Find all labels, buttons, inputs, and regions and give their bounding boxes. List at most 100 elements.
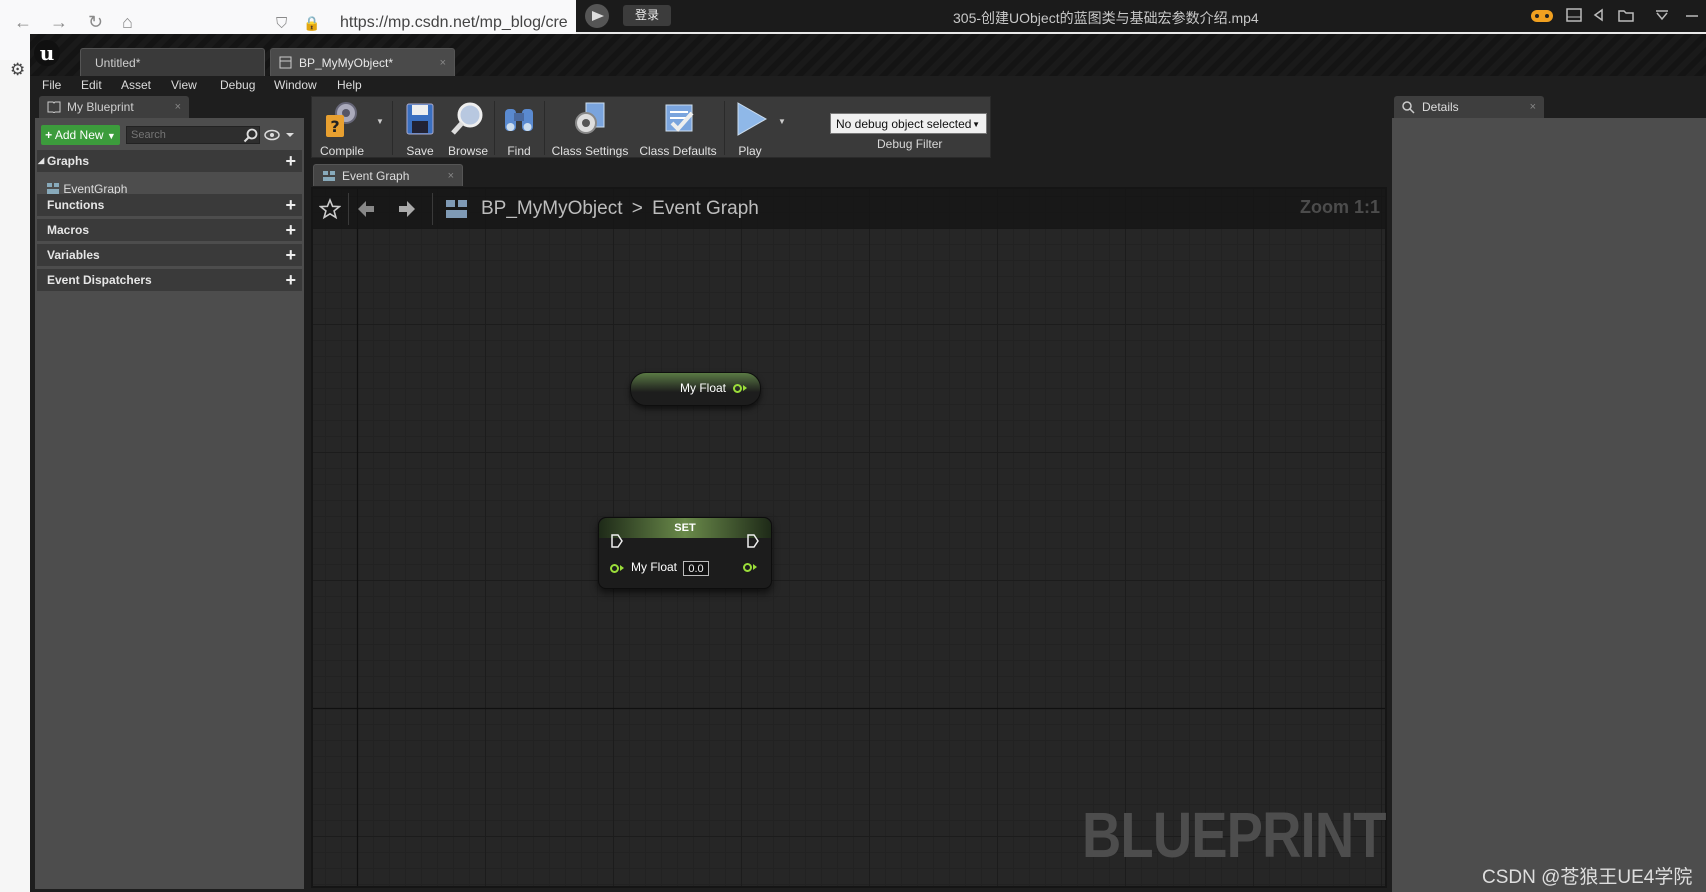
- lock-icon[interactable]: 🔒: [303, 15, 320, 32]
- back-icon[interactable]: ←: [14, 12, 32, 33]
- close-icon[interactable]: ×: [448, 165, 454, 187]
- menu-view[interactable]: View: [171, 78, 197, 92]
- menu-help[interactable]: Help: [337, 78, 362, 92]
- graph-icon: [323, 171, 335, 181]
- breadcrumb-blueprint[interactable]: BP_MyMyObject: [481, 198, 622, 219]
- section-functions[interactable]: Functions +: [37, 194, 302, 216]
- header-divider: [348, 193, 349, 225]
- chevron-down-icon: ▼: [106, 131, 116, 141]
- toolbar-separator: [544, 101, 545, 155]
- tab-event-graph[interactable]: Event Graph ×: [313, 164, 463, 186]
- collapse-icon[interactable]: [1654, 7, 1670, 23]
- play-button[interactable]: Play: [728, 99, 772, 158]
- add-new-button[interactable]: + Add New ▼: [41, 125, 120, 145]
- class-settings-label: Class Settings: [551, 144, 629, 158]
- book-icon: [47, 101, 61, 113]
- visibility-icon[interactable]: [264, 129, 298, 141]
- plus-icon: +: [45, 128, 53, 142]
- pin-label: My Float: [631, 560, 678, 574]
- settings-icon[interactable]: ⚙: [10, 60, 25, 80]
- section-label: Macros: [47, 223, 90, 237]
- class-defaults-button[interactable]: Class Defaults: [635, 99, 721, 158]
- tab-untitled[interactable]: Untitled*: [80, 48, 265, 76]
- close-icon[interactable]: ×: [1530, 96, 1536, 118]
- breadcrumb-separator: >: [631, 198, 643, 219]
- section-macros[interactable]: Macros +: [37, 219, 302, 241]
- search-icon[interactable]: [243, 128, 258, 143]
- blueprint-watermark: BLUEPRINT: [1082, 799, 1386, 871]
- add-graph-icon[interactable]: +: [285, 150, 296, 172]
- pin-arrow-icon: [743, 385, 747, 391]
- compile-options-chevron-icon[interactable]: ▼: [376, 117, 384, 126]
- play-options-chevron-icon[interactable]: ▼: [778, 117, 786, 126]
- menu-bar: File Edit Asset View Debug Window Help: [30, 76, 1706, 96]
- menu-asset[interactable]: Asset: [121, 78, 151, 92]
- toolbar-separator: [494, 101, 495, 155]
- debug-selected-value: No debug object selected: [836, 117, 972, 131]
- find-button[interactable]: Find: [498, 99, 540, 158]
- tab-label: Untitled*: [95, 56, 141, 70]
- section-variables[interactable]: Variables +: [37, 244, 302, 266]
- save-icon: [406, 103, 434, 135]
- section-label: Functions: [47, 198, 105, 212]
- search-input[interactable]: [126, 126, 260, 144]
- add-macro-icon[interactable]: +: [285, 219, 296, 241]
- minimize-icon[interactable]: [1684, 7, 1700, 23]
- compile-button[interactable]: ? Compile: [316, 99, 368, 158]
- float-output-pin[interactable]: [733, 384, 742, 393]
- close-icon[interactable]: ×: [175, 96, 181, 118]
- section-event-dispatchers[interactable]: Event Dispatchers +: [37, 269, 302, 291]
- compile-icon: ?: [326, 102, 357, 137]
- menu-edit[interactable]: Edit: [81, 78, 102, 92]
- menu-window[interactable]: Window: [274, 78, 317, 92]
- folder-icon[interactable]: [1618, 7, 1634, 23]
- details-panel: [1392, 118, 1706, 892]
- float-output-pin[interactable]: [743, 563, 752, 572]
- node-label: My Float: [680, 381, 727, 395]
- header-divider: [432, 193, 433, 225]
- variable-set-node[interactable]: SET My Float 0.0: [598, 517, 772, 589]
- add-function-icon[interactable]: +: [285, 194, 296, 216]
- tab-details[interactable]: Details ×: [1394, 96, 1544, 118]
- add-dispatcher-icon[interactable]: +: [285, 269, 296, 291]
- save-button[interactable]: Save: [398, 99, 442, 158]
- toolbar-separator: [724, 101, 725, 155]
- video-title: 305-创建UObject的蓝图类与基础宏参数介绍.mp4: [953, 10, 1259, 26]
- forward-icon[interactable]: →: [50, 12, 68, 33]
- star-icon[interactable]: [319, 198, 341, 220]
- login-button[interactable]: 登录: [623, 5, 671, 26]
- class-settings-icon: [575, 102, 605, 134]
- debug-filter-label: Debug Filter: [877, 137, 943, 151]
- add-new-label: Add New: [54, 128, 104, 142]
- address-bar[interactable]: https://mp.csdn.net/mp_blog/cre: [340, 14, 568, 32]
- browse-button[interactable]: Browse: [445, 99, 491, 158]
- forward-arrow-icon[interactable]: [397, 199, 417, 219]
- expand-arrow-icon: ◢: [38, 156, 45, 165]
- window-icon[interactable]: [1566, 7, 1582, 23]
- reload-icon[interactable]: ↻: [88, 12, 103, 33]
- debug-object-select[interactable]: No debug object selected ▼: [830, 113, 987, 134]
- home-icon[interactable]: ⌂: [122, 12, 133, 33]
- variable-get-node[interactable]: My Float: [630, 372, 761, 406]
- float-input-pin[interactable]: [610, 564, 619, 573]
- menu-debug[interactable]: Debug: [220, 78, 255, 92]
- player-logo-icon: [585, 4, 609, 28]
- add-variable-icon[interactable]: +: [285, 244, 296, 266]
- breadcrumb-graph: Event Graph: [652, 198, 759, 219]
- close-icon[interactable]: ×: [440, 49, 446, 77]
- tab-my-blueprint[interactable]: My Blueprint ×: [39, 96, 189, 118]
- zoom-level: Zoom 1:1: [1300, 197, 1381, 217]
- gamepad-icon[interactable]: [1530, 6, 1554, 26]
- pin-icon[interactable]: [1592, 7, 1608, 23]
- tab-bp-mymyobject[interactable]: BP_MyMyObject* ×: [270, 48, 455, 76]
- menu-file[interactable]: File: [42, 78, 61, 92]
- exec-output-pin-icon[interactable]: [746, 533, 760, 549]
- class-settings-button[interactable]: Class Settings: [548, 99, 632, 158]
- graph-canvas[interactable]: [311, 187, 1387, 888]
- section-graphs[interactable]: ◢ Graphs +: [37, 150, 302, 172]
- exec-input-pin-icon[interactable]: [610, 533, 624, 549]
- back-arrow-icon[interactable]: [356, 199, 376, 219]
- float-value-field[interactable]: 0.0: [683, 561, 709, 576]
- shield-icon[interactable]: ⛉: [276, 15, 287, 32]
- play-icon: [737, 102, 768, 136]
